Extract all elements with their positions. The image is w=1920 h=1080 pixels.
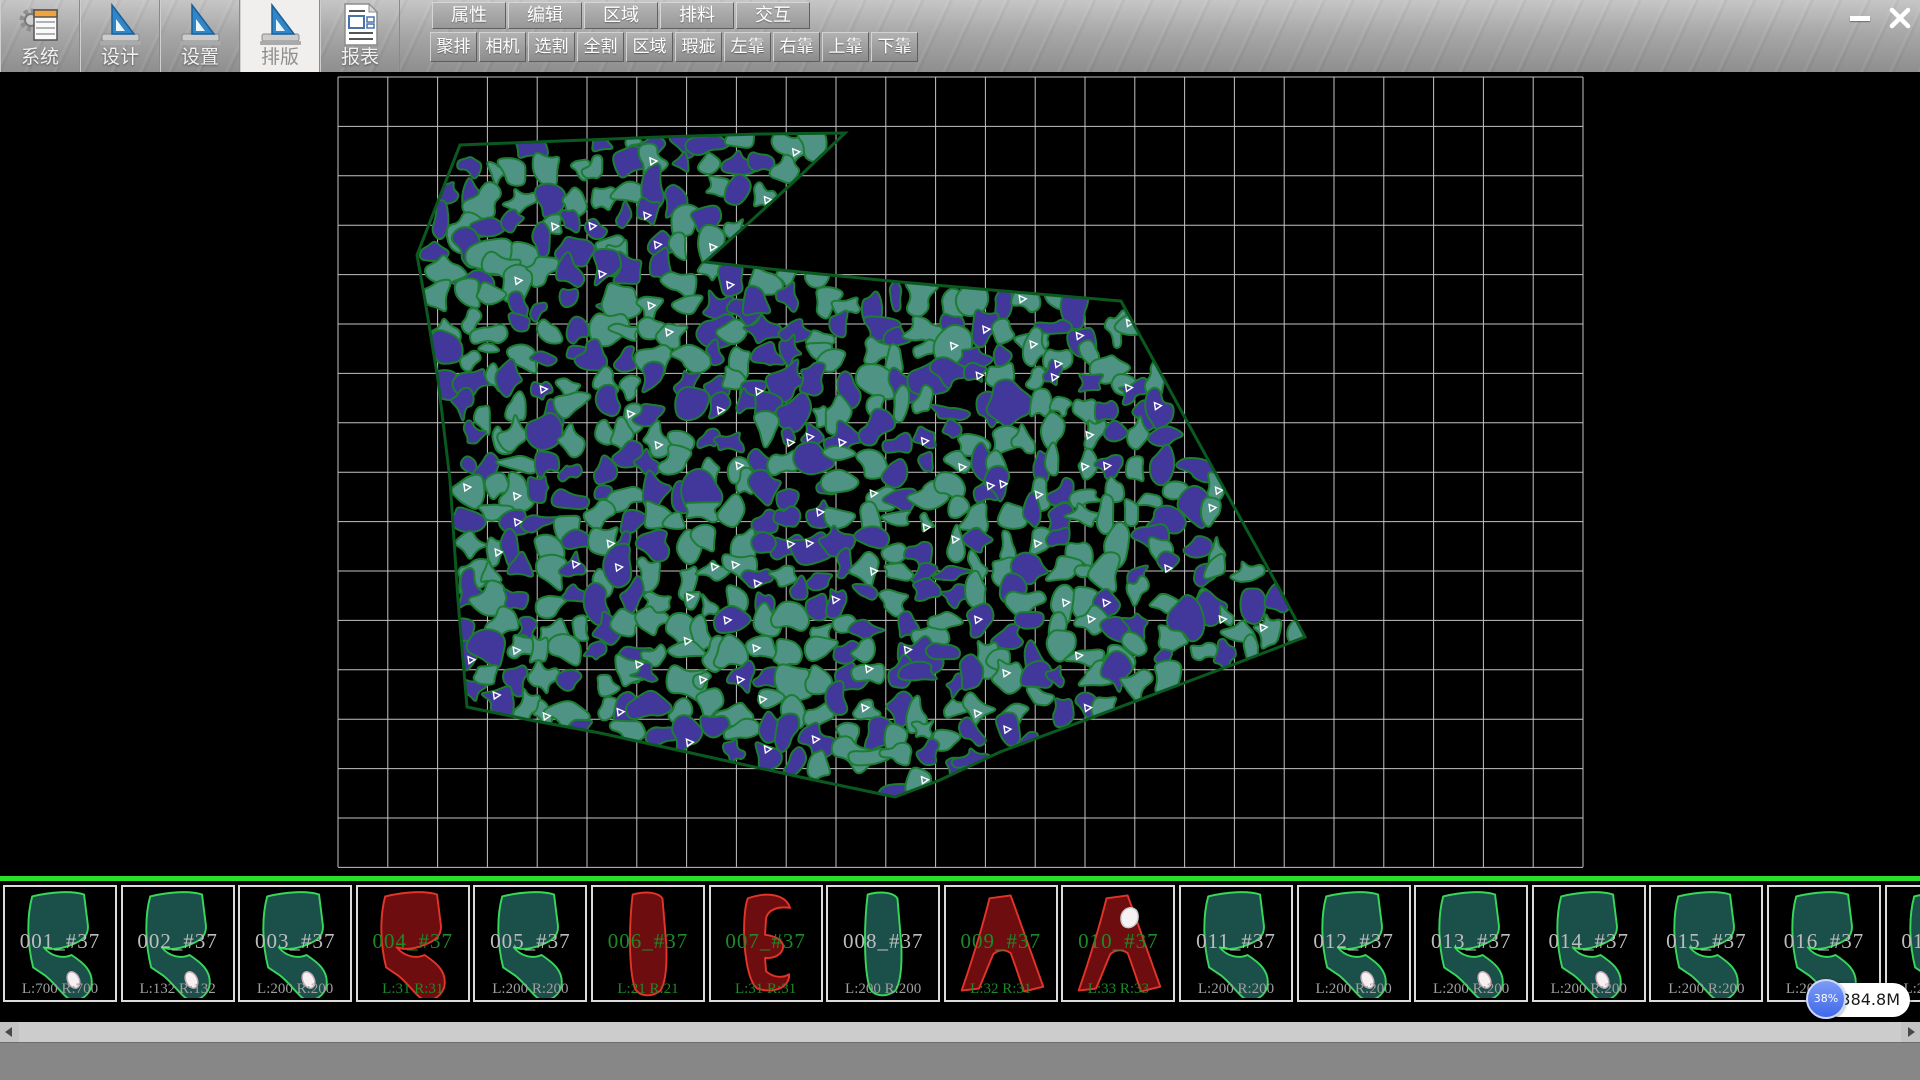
thumbnail-cell-011_#37[interactable]: 011_#37 L:200 R:200 <box>1179 885 1293 1002</box>
thumbnail-strip: 001_#37 L:700 R:700 002_#37 L:132 R:132 003_… <box>0 876 1920 1022</box>
part-id-label: 008_#37 <box>828 929 938 954</box>
memory-percent-badge: 38% <box>1806 979 1846 1019</box>
tool-button-瑕疵[interactable]: 瑕疵 <box>675 32 722 62</box>
part-id-label: 011_#37 <box>1181 929 1291 954</box>
part-lr-count: L:33 R:33 <box>1063 981 1173 998</box>
canvas-background <box>0 72 1920 876</box>
part-lr-count: L:200 R:200 <box>1299 981 1409 998</box>
mode-button-label: 系统 <box>1 42 79 69</box>
part-id-label: 002_#37 <box>123 929 233 954</box>
scroll-left-button[interactable] <box>0 1022 19 1042</box>
thumbnail-cell-010_#37[interactable]: 010_#37 L:33 R:33 <box>1061 885 1175 1002</box>
part-id-label: 006_#37 <box>593 929 703 954</box>
menu-tab-编辑[interactable]: 编辑 <box>508 2 582 29</box>
nesting-app-window: 系统设计设置排版报表 属性编辑区域排料交互 聚排相机选割全割区域瑕疵左靠右靠上靠… <box>0 0 1920 1080</box>
part-id-label: 016_#37 <box>1769 929 1879 954</box>
part-lr-count: L:32 R:31 <box>946 981 1056 998</box>
tool-button-左靠[interactable]: 左靠 <box>724 32 771 62</box>
thumbnail-cell-008_#37[interactable]: 008_#37 L:200 R:200 <box>826 885 940 1002</box>
strip-divider-line <box>0 876 1920 881</box>
scroll-left-icon <box>5 1027 12 1037</box>
mode-button-设计[interactable]: 设计 <box>80 0 160 72</box>
mode-button-label: 设计 <box>81 42 159 69</box>
part-id-label: 009_#37 <box>946 929 1056 954</box>
tool-button-相机[interactable]: 相机 <box>479 32 526 62</box>
memory-percent: 38% <box>1814 992 1838 1005</box>
part-lr-count: L:200 R:200 <box>1534 981 1644 998</box>
horizontal-scrollbar[interactable] <box>0 1022 1920 1042</box>
part-id-label: 003_#37 <box>240 929 350 954</box>
part-lr-count: L:31 R:31 <box>711 981 821 998</box>
scroll-right-button[interactable] <box>1901 1022 1920 1042</box>
part-lr-count: L:200 R:200 <box>475 981 585 998</box>
part-lr-count: L:21 R:21 <box>593 981 703 998</box>
close-button[interactable] <box>1882 4 1916 30</box>
memory-value: 384.8M <box>1840 990 1900 1009</box>
part-id-label: 010_#37 <box>1063 929 1173 954</box>
part-id-label: 001_#37 <box>5 929 115 954</box>
thumbnail-cell-013_#37[interactable]: 013_#37 L:200 R:200 <box>1414 885 1528 1002</box>
nesting-canvas[interactable] <box>0 72 1920 876</box>
part-lr-count: L:200 R:200 <box>1651 981 1761 998</box>
thumbnail-cell-012_#37[interactable]: 012_#37 L:200 R:200 <box>1297 885 1411 1002</box>
mode-button-设置[interactable]: 设置 <box>160 0 240 72</box>
minimize-button[interactable] <box>1843 4 1877 30</box>
thumbnail-cell-014_#37[interactable]: 014_#37 L:200 R:200 <box>1532 885 1646 1002</box>
mode-button-报表[interactable]: 报表 <box>320 0 400 72</box>
part-id-label: 013_#37 <box>1416 929 1526 954</box>
menu-tab-区域[interactable]: 区域 <box>584 2 658 29</box>
tool-button-右靠[interactable]: 右靠 <box>773 32 820 62</box>
mode-button-label: 排版 <box>241 42 319 69</box>
window-controls <box>1843 4 1916 32</box>
ribbon-toolbar: 系统设计设置排版报表 属性编辑区域排料交互 聚排相机选割全割区域瑕疵左靠右靠上靠… <box>0 0 1920 72</box>
part-lr-count: L:31 R:31 <box>358 981 468 998</box>
thumbnail-cell-006_#37[interactable]: 006_#37 L:21 R:21 <box>591 885 705 1002</box>
tool-button-下靠[interactable]: 下靠 <box>871 32 918 62</box>
tool-button-选割[interactable]: 选割 <box>528 32 575 62</box>
part-id-label: 004_#37 <box>358 929 468 954</box>
mode-button-排版[interactable]: 排版 <box>240 0 320 72</box>
part-id-label: 017_#37 <box>1887 929 1920 954</box>
part-lr-count: L:132 R:132 <box>123 981 233 998</box>
tool-button-全割[interactable]: 全割 <box>577 32 624 62</box>
part-id-label: 012_#37 <box>1299 929 1409 954</box>
thumbnail-cell-007_#37[interactable]: 007_#37 L:31 R:31 <box>709 885 823 1002</box>
menu-tab-属性[interactable]: 属性 <box>432 2 506 29</box>
thumbnail-cell-003_#37[interactable]: 003_#37 L:200 R:200 <box>238 885 352 1002</box>
scroll-right-icon <box>1908 1027 1915 1037</box>
menu-tab-排料[interactable]: 排料 <box>660 2 734 29</box>
status-bar <box>0 1042 1920 1080</box>
tool-button-聚排[interactable]: 聚排 <box>430 32 477 62</box>
part-id-label: 014_#37 <box>1534 929 1644 954</box>
tool-button-区域[interactable]: 区域 <box>626 32 673 62</box>
thumbnail-cell-004_#37[interactable]: 004_#37 L:31 R:31 <box>356 885 470 1002</box>
minimize-icon <box>1850 16 1870 21</box>
part-lr-count: L:700 R:700 <box>5 981 115 998</box>
menu-tab-交互[interactable]: 交互 <box>736 2 810 29</box>
part-lr-count: L:200 R:200 <box>240 981 350 998</box>
part-id-label: 005_#37 <box>475 929 585 954</box>
thumbnail-cell-001_#37[interactable]: 001_#37 L:700 R:700 <box>3 885 117 1002</box>
thumbnail-cell-015_#37[interactable]: 015_#37 L:200 R:200 <box>1649 885 1763 1002</box>
mode-button-label: 设置 <box>161 42 239 69</box>
close-icon <box>1887 5 1913 31</box>
part-id-label: 015_#37 <box>1651 929 1761 954</box>
thumbnail-cell-002_#37[interactable]: 002_#37 L:132 R:132 <box>121 885 235 1002</box>
part-id-label: 007_#37 <box>711 929 821 954</box>
tool-button-上靠[interactable]: 上靠 <box>822 32 869 62</box>
part-lr-count: L:200 R:200 <box>828 981 938 998</box>
mode-button-系统[interactable]: 系统 <box>0 0 80 72</box>
part-lr-count: L:200 R:200 <box>1416 981 1526 998</box>
mode-button-label: 报表 <box>321 42 399 69</box>
part-lr-count: L:200 R:200 <box>1181 981 1291 998</box>
thumbnail-cell-005_#37[interactable]: 005_#37 L:200 R:200 <box>473 885 587 1002</box>
thumbnail-cell-009_#37[interactable]: 009_#37 L:32 R:31 <box>944 885 1058 1002</box>
